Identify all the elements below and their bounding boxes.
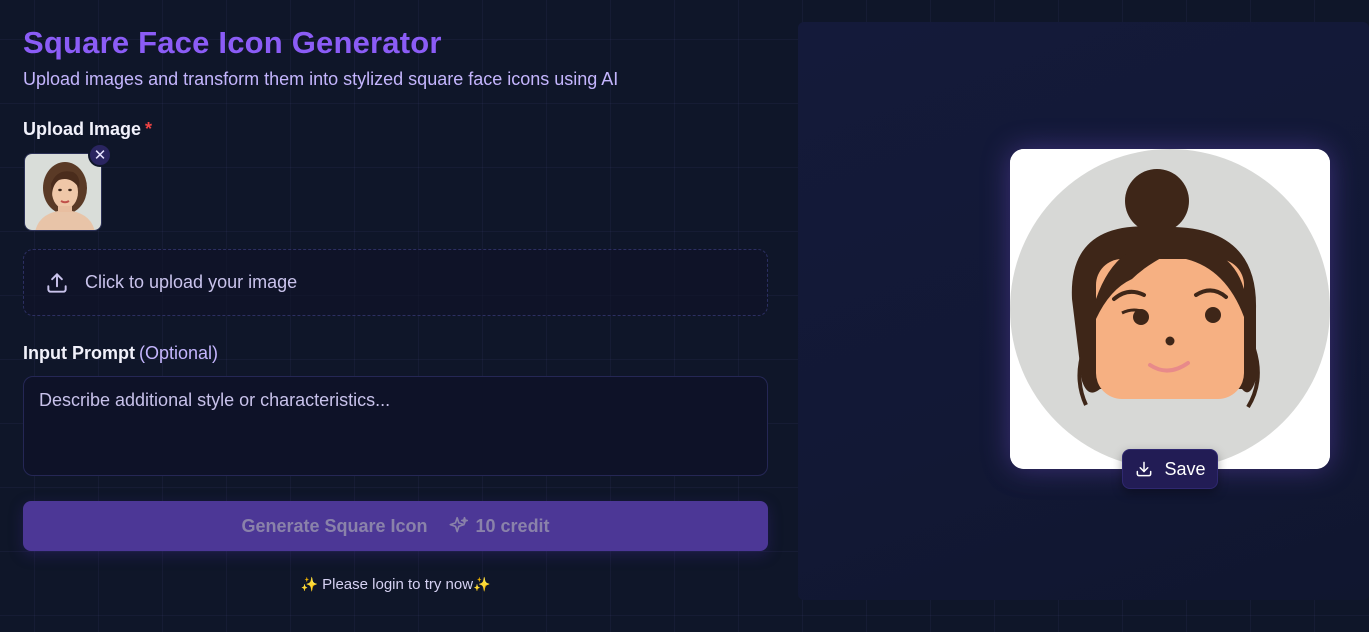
upload-dropzone-text: Click to upload your image [85, 272, 298, 292]
uploaded-image-thumbnail[interactable] [24, 153, 102, 231]
page-title: Square Face Icon Generator [23, 25, 442, 60]
upload-dropzone[interactable]: Click to upload your image [23, 249, 768, 316]
remove-image-button[interactable]: ✕ [88, 143, 112, 167]
upload-label: Upload Image * [23, 119, 152, 140]
sparkle-icon [448, 516, 468, 533]
square-face-icon [1010, 149, 1330, 469]
sparkle-emoji-icon: ✨ [473, 576, 491, 592]
prompt-label-text: Input Prompt [23, 343, 135, 363]
optional-label: (Optional) [138, 343, 219, 363]
prompt-input-container [23, 376, 768, 476]
portrait-photo [25, 154, 101, 230]
save-button[interactable]: Save [1122, 449, 1218, 489]
save-button-label: Save [1164, 458, 1206, 479]
generate-button[interactable]: Generate Square Icon 10 credit [23, 501, 768, 551]
prompt-label: Input Prompt (Optional) [23, 343, 218, 364]
prompt-input[interactable] [39, 390, 752, 462]
login-note: ✨ Please login to try now✨ [23, 576, 768, 593]
page-subtitle: Upload images and transform them into st… [23, 69, 619, 89]
upload-label-text: Upload Image [23, 119, 142, 139]
generate-button-label: Generate Square Icon [241, 515, 428, 536]
sparkle-emoji-icon: ✨ [300, 576, 318, 592]
generated-icon-card [1010, 149, 1330, 469]
login-note-text: Please login to try now [322, 576, 474, 593]
credit-cost: 10 credit [475, 515, 550, 536]
upload-icon [47, 272, 67, 293]
download-icon [1137, 461, 1152, 477]
required-mark: * [145, 119, 153, 139]
